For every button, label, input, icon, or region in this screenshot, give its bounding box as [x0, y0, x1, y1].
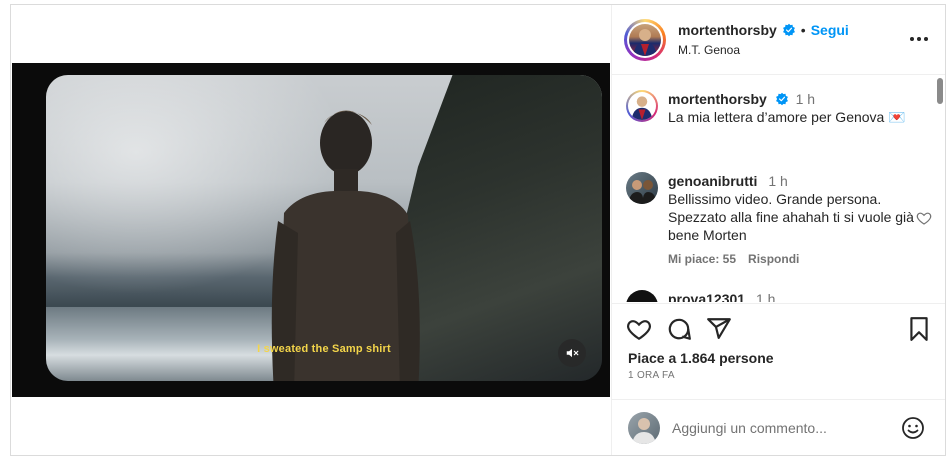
video-player[interactable]: I sweated the Samp shirt	[12, 63, 610, 397]
likes-count[interactable]: Piace a 1.864 persone	[628, 350, 774, 366]
post-location[interactable]: M.T. Genoa	[678, 43, 740, 57]
current-user-avatar	[628, 412, 660, 444]
comment-icon[interactable]	[666, 316, 692, 342]
profile-photo	[632, 418, 656, 444]
follow-button[interactable]: Segui	[811, 22, 849, 38]
verified-badge-icon	[782, 23, 795, 37]
post-sidebar: mortenthorsby • Segui M.T. Genoa mortent…	[611, 5, 945, 455]
comment-username[interactable]: genoanibrutti	[668, 173, 757, 189]
post-dialog: I sweated the Samp shirt mortenthorsby •…	[10, 4, 946, 456]
comment-item: prova12301 1 h	[626, 290, 926, 302]
caption-text: La mia lettera d’amore per Genova 💌	[668, 109, 906, 125]
comment-item: genoanibrutti 1 h Bellissimo video. Gran…	[626, 172, 932, 272]
heart-icon[interactable]	[626, 316, 652, 342]
media-area: I sweated the Samp shirt	[11, 5, 611, 455]
post-actions: Piace a 1.864 persone 1 ORA FA	[612, 303, 945, 405]
comment-avatar[interactable]	[626, 172, 658, 204]
profile-photo	[633, 29, 657, 56]
comment-time: 1 h	[768, 173, 788, 189]
add-comment-bar	[612, 399, 945, 455]
more-options-button[interactable]	[907, 29, 931, 49]
more-options-icon	[910, 37, 928, 41]
post-time: 1 ORA FA	[628, 370, 675, 381]
video-frame: I sweated the Samp shirt	[46, 75, 602, 381]
caption-username[interactable]: mortenthorsby	[668, 91, 767, 107]
comment-avatar[interactable]	[626, 290, 658, 302]
mute-button[interactable]	[558, 339, 586, 367]
comments-list[interactable]: mortenthorsby 1 h La mia lettera d’amore…	[612, 76, 945, 302]
bookmark-icon[interactable]	[906, 316, 932, 342]
comment-like-heart-icon[interactable]	[916, 210, 932, 226]
comment-username[interactable]: prova12301	[668, 291, 745, 302]
scrollbar-thumb[interactable]	[937, 78, 943, 104]
caption-time: 1 h	[795, 91, 816, 107]
video-subtitle: I sweated the Samp shirt	[257, 343, 391, 355]
profile-photo	[628, 180, 656, 204]
caption-avatar[interactable]	[626, 90, 658, 122]
mute-icon	[566, 348, 579, 358]
comment-input[interactable]	[672, 414, 892, 442]
comment-likes[interactable]: Mi piace: 55	[668, 252, 736, 266]
caption-row: mortenthorsby 1 h La mia lettera d’amore…	[626, 90, 926, 140]
author-avatar[interactable]	[624, 19, 666, 61]
post-header: mortenthorsby • Segui M.T. Genoa	[612, 5, 945, 75]
reply-button[interactable]: Rispondi	[748, 252, 799, 266]
verified-badge-icon	[775, 92, 788, 106]
author-username[interactable]: mortenthorsby	[678, 22, 777, 38]
share-icon[interactable]	[706, 316, 732, 342]
profile-photo	[628, 92, 656, 120]
comment-text: Bellissimo video. Grande persona. Spezza…	[668, 191, 914, 243]
separator-dot: •	[800, 22, 806, 38]
comment-time: 1 h	[755, 291, 776, 302]
person-silhouette	[271, 110, 420, 381]
comments-scrollbar[interactable]	[937, 78, 943, 300]
emoji-icon[interactable]	[901, 416, 925, 440]
